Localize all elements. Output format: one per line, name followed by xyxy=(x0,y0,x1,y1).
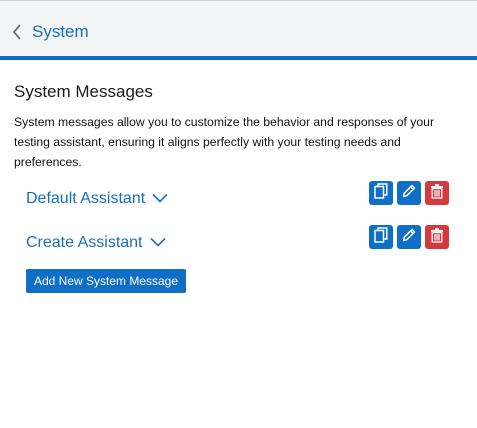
message-actions xyxy=(369,225,449,249)
edit-button[interactable] xyxy=(397,225,421,249)
copy-button[interactable] xyxy=(369,181,393,205)
message-actions xyxy=(369,181,449,205)
trash-icon xyxy=(430,183,444,204)
page-title: System xyxy=(32,22,89,41)
chevron-left-icon xyxy=(12,24,22,40)
copy-icon xyxy=(374,182,388,204)
delete-button[interactable] xyxy=(425,181,449,205)
copy-button[interactable] xyxy=(369,225,393,249)
pencil-icon xyxy=(401,227,417,248)
section-description: System messages allow you to customize t… xyxy=(14,115,435,169)
header-accent-line xyxy=(0,56,477,60)
back-button[interactable]: System xyxy=(12,19,92,45)
copy-icon xyxy=(374,226,388,248)
system-message-toggle[interactable]: Create Assistant xyxy=(26,230,166,256)
pencil-icon xyxy=(401,183,417,204)
top-bar: System xyxy=(0,0,477,56)
system-message-row: Default Assistant xyxy=(26,181,456,212)
add-system-message-button[interactable]: Add New System Message xyxy=(26,269,186,293)
system-message-name: Default Assistant xyxy=(26,190,146,207)
trash-icon xyxy=(430,227,444,248)
chevron-down-icon xyxy=(145,190,168,208)
delete-button[interactable] xyxy=(425,225,449,249)
system-message-row: Create Assistant xyxy=(26,225,456,256)
section-title: System Messages xyxy=(14,82,153,101)
chevron-down-icon xyxy=(143,234,166,252)
edit-button[interactable] xyxy=(397,181,421,205)
system-message-name: Create Assistant xyxy=(26,234,143,251)
system-message-toggle[interactable]: Default Assistant xyxy=(26,186,168,212)
